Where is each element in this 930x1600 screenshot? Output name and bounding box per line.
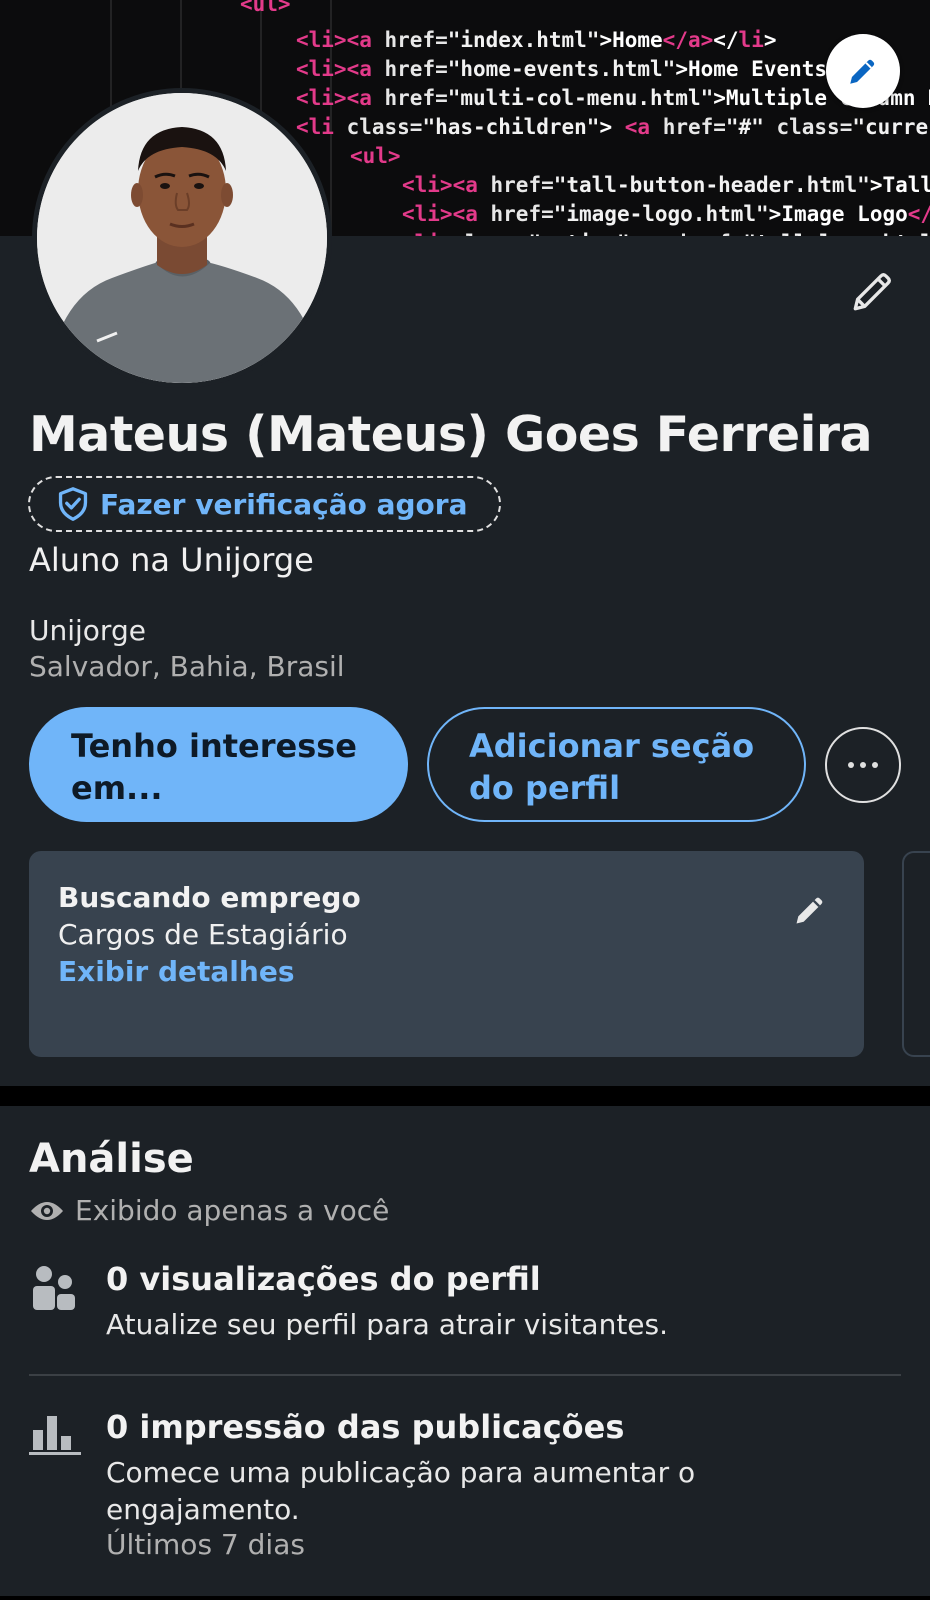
- pencil-icon: [853, 273, 891, 311]
- analytics-title: Análise: [29, 1136, 194, 1182]
- divider: [29, 1374, 901, 1376]
- open-to-work-card[interactable]: Buscando emprego Cargos de Estagiário Ex…: [29, 851, 864, 1057]
- open-to-work-title: Buscando emprego: [58, 881, 361, 914]
- dot-icon: [848, 762, 854, 768]
- metric-profile-views[interactable]: 0 visualizações do perfil Atualize seu p…: [29, 1260, 909, 1360]
- eye-icon: [31, 1201, 63, 1220]
- banner-code-line: <li class="has-children"> <a href="#" cl…: [296, 115, 930, 139]
- profile-photo: [37, 93, 327, 383]
- dot-icon: [872, 762, 878, 768]
- analytics-section: Análise Exibido apenas a você 0 visualiz…: [0, 1106, 930, 1600]
- add-profile-section-button[interactable]: Adicionar seção do perfil: [427, 707, 806, 822]
- metric-description: Comece uma publicação para aumentar o en…: [106, 1456, 696, 1526]
- verify-now-button[interactable]: Fazer verificação agora: [28, 476, 501, 532]
- open-to-button[interactable]: Tenho interesse em...: [29, 707, 408, 822]
- next-card-peek[interactable]: [902, 851, 930, 1057]
- banner-code-line: <li><a href="tall-button-header.html">Ta…: [402, 173, 930, 197]
- banner-code-line: <li><a href="image-logo.html">Image Logo…: [402, 202, 930, 226]
- profile-card: Mateus (Mateus) Goes Ferreira Fazer veri…: [0, 88, 930, 1086]
- visibility-note: Exibido apenas a você: [29, 1194, 389, 1227]
- metric-period: Últimos 7 dias: [106, 1528, 305, 1561]
- profile-headline: Aluno na Unijorge: [29, 541, 314, 579]
- edit-profile-button[interactable]: [848, 266, 898, 320]
- metric-post-impressions[interactable]: 0 impressão das publicações Comece uma p…: [29, 1408, 909, 1578]
- pencil-icon: [850, 59, 875, 84]
- metric-title: 0 impressão das publicações: [106, 1408, 625, 1446]
- more-options-button[interactable]: [825, 727, 901, 803]
- banner-code-line: <ul>: [240, 0, 291, 16]
- show-details-link[interactable]: Exibir detalhes: [58, 953, 864, 990]
- metric-title: 0 visualizações do perfil: [106, 1260, 541, 1298]
- section-divider: [0, 1596, 930, 1600]
- banner-code-line: <li><a href="index.html">Home</a></li>: [296, 28, 777, 52]
- profile-location: Salvador, Bahia, Brasil: [29, 650, 345, 683]
- people-icon: [33, 1266, 75, 1310]
- profile-avatar[interactable]: [32, 88, 332, 388]
- profile-company[interactable]: Unijorge: [29, 614, 146, 647]
- verify-label: Fazer verificação agora: [100, 487, 468, 521]
- metric-description: Atualize seu perfil para atrair visitant…: [106, 1308, 669, 1341]
- open-to-work-role: Cargos de Estagiário: [58, 918, 348, 951]
- shield-check-icon: [58, 487, 88, 521]
- banner-code-line: <ul>: [350, 144, 401, 168]
- profile-name: Mateus (Mateus) Goes Ferreira: [29, 406, 873, 463]
- edit-open-to-work-button[interactable]: [791, 891, 829, 933]
- pencil-icon: [796, 897, 823, 924]
- bar-chart-icon: [29, 1416, 81, 1455]
- banner-code-line: <li><a href="home-events.html">Home Even…: [296, 57, 840, 81]
- dot-icon: [860, 762, 866, 768]
- visibility-text: Exibido apenas a você: [75, 1194, 390, 1227]
- edit-banner-button[interactable]: [826, 34, 900, 108]
